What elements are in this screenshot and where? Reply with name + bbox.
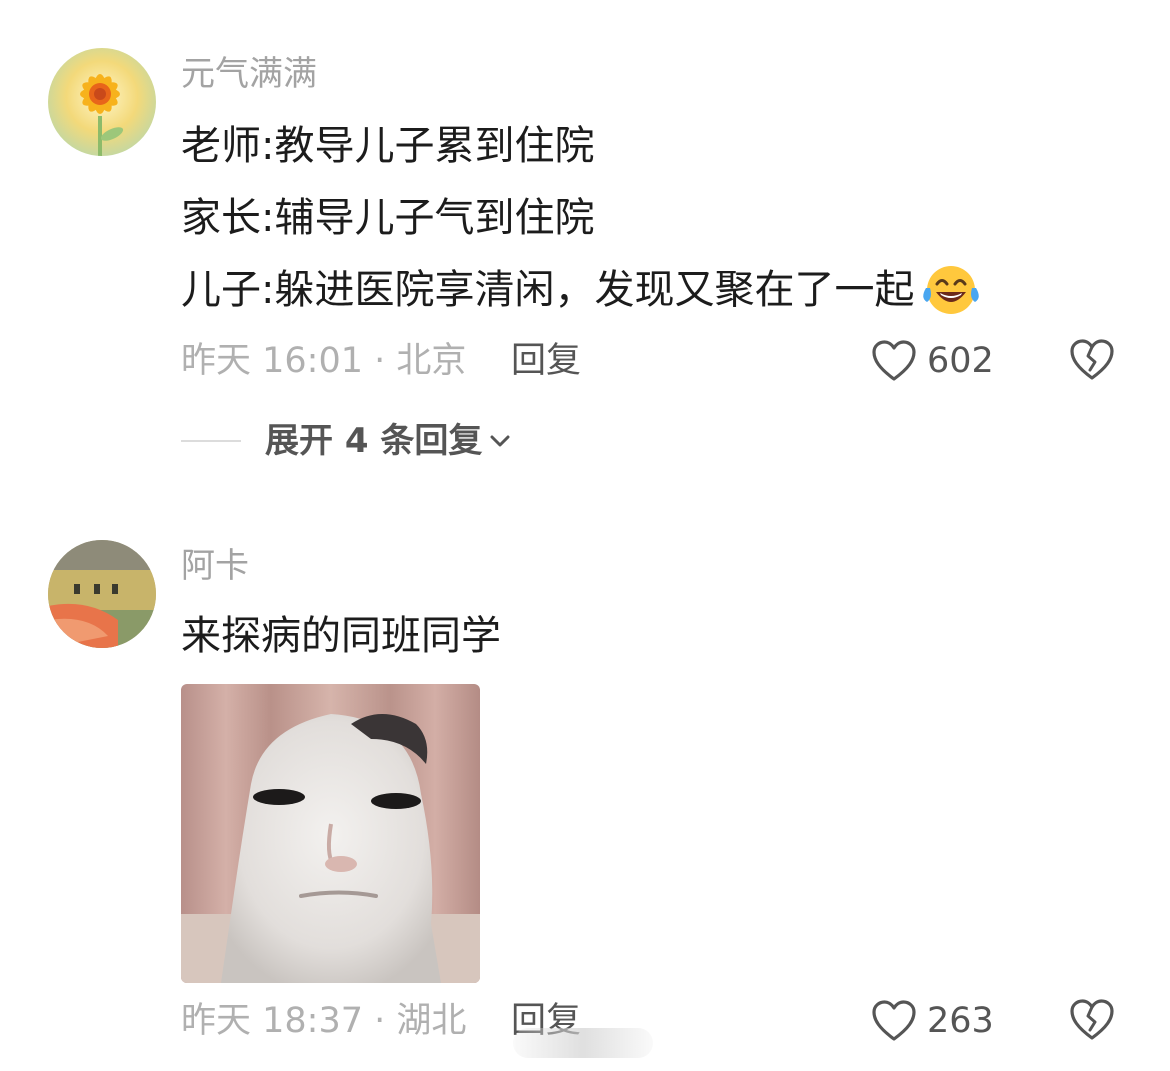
meme-face-picture bbox=[181, 684, 480, 983]
like-button[interactable]: 263 bbox=[871, 996, 994, 1046]
time-location: 昨天 18:37 · 湖北 bbox=[181, 1001, 467, 1041]
dislike-button[interactable] bbox=[1069, 998, 1115, 1046]
like-count: 263 bbox=[927, 1001, 994, 1041]
meme-face-image[interactable] bbox=[181, 684, 480, 983]
watermark-overlay bbox=[513, 1028, 653, 1058]
comment-username[interactable]: 阿卡 bbox=[181, 544, 249, 588]
comment-meta: 昨天 18:37 · 湖北 回复 263 bbox=[181, 996, 1141, 1046]
comment-text-line: 来探病的同班同学 bbox=[181, 610, 501, 662]
landscape-avatar-icon bbox=[48, 540, 156, 648]
heart-outline-icon bbox=[872, 1000, 916, 1041]
avatar[interactable] bbox=[48, 540, 156, 648]
comment-item: 阿卡 来探病的同班同学 昨天 18:37 · 湖北 回复 263 bbox=[0, 0, 1170, 1071]
broken-heart-icon bbox=[1070, 999, 1114, 1040]
comment-text: 来探病的同班同学 bbox=[181, 613, 501, 659]
